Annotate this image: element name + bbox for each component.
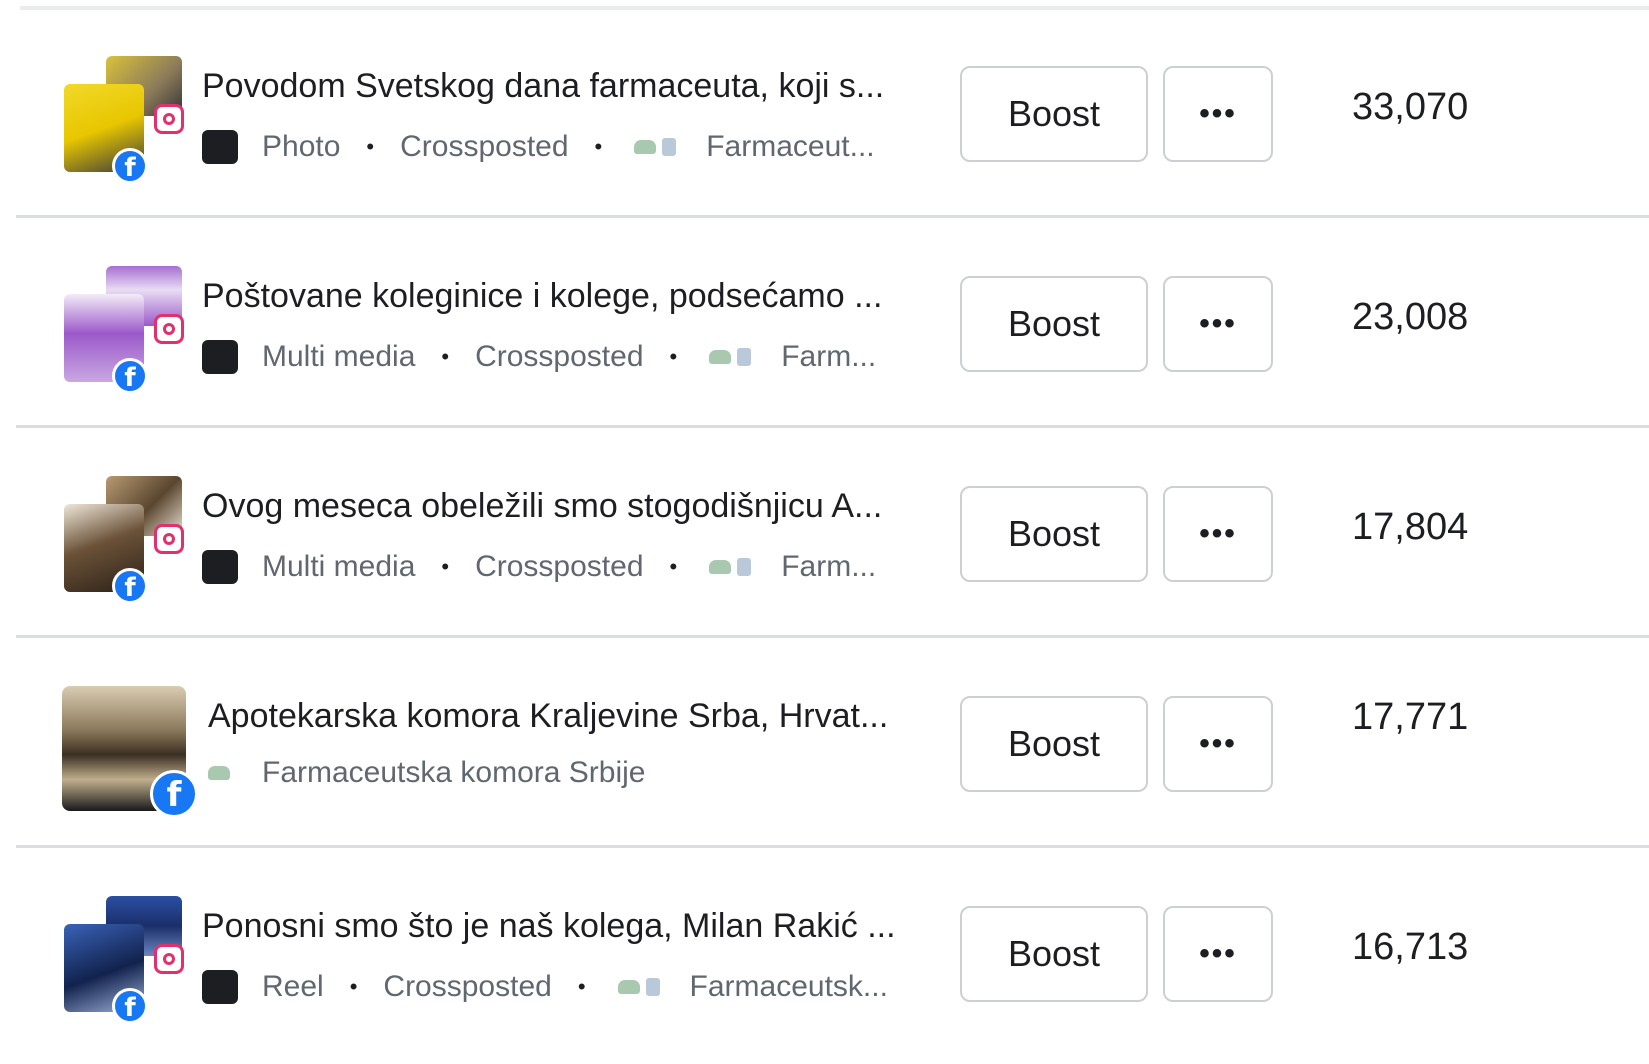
separator: •	[669, 344, 678, 369]
crossposted-label: Crossposted	[475, 550, 644, 583]
facebook-icon: f	[150, 770, 198, 818]
post-metric: 16,713	[1352, 926, 1469, 968]
post-row[interactable]: f Apotekarska komora Kraljevine Srba, Hr…	[16, 638, 1649, 848]
page-name: Farmaceut...	[706, 130, 875, 163]
photo-icon	[202, 130, 238, 164]
separator: •	[577, 974, 586, 999]
crossposted-label: Crossposted	[383, 970, 552, 1003]
post-metric: 33,070	[1352, 86, 1469, 128]
multi-media-icon	[202, 340, 238, 374]
post-row[interactable]: f Poštovane koleginice i kolege, podseća…	[16, 218, 1649, 428]
page-avatar-icon	[703, 344, 759, 370]
more-options-button[interactable]: •••	[1163, 906, 1273, 1002]
post-title[interactable]: Povodom Svetskog dana farmaceuta, koji s…	[202, 64, 944, 108]
post-meta: Reel • Crossposted • Farmaceutsk...	[202, 964, 944, 1010]
more-options-button[interactable]: •••	[1163, 276, 1273, 372]
post-type: Multi media	[262, 550, 416, 583]
post-thumbnail[interactable]: f	[62, 686, 198, 818]
more-options-button[interactable]: •••	[1163, 486, 1273, 582]
crossposted-label: Crossposted	[475, 340, 644, 373]
post-meta: Multi media • Crossposted • Farm...	[202, 334, 944, 380]
boost-button[interactable]: Boost	[960, 276, 1148, 372]
boost-button[interactable]: Boost	[960, 696, 1148, 792]
post-meta: Farmaceutska komora Srbije	[202, 750, 944, 796]
boost-button[interactable]: Boost	[960, 486, 1148, 582]
page-avatar-icon	[202, 760, 240, 786]
post-title[interactable]: Ponosni smo što je naš kolega, Milan Rak…	[202, 904, 944, 948]
post-metric: 17,771	[1352, 696, 1469, 738]
post-metric: 23,008	[1352, 296, 1469, 338]
post-row[interactable]: f Povodom Svetskog dana farmaceuta, koji…	[16, 8, 1649, 218]
post-row[interactable]: f Ovog meseca obeležili smo stogodišnjic…	[16, 428, 1649, 638]
post-type: Photo	[262, 130, 341, 163]
post-meta: Photo • Crossposted • Farmaceut...	[202, 124, 944, 170]
separator: •	[441, 554, 450, 579]
page-name: Farm...	[781, 550, 877, 583]
facebook-icon: f	[112, 358, 148, 394]
post-thumbnail[interactable]: f	[62, 896, 192, 1024]
page-avatar-icon	[628, 134, 684, 160]
post-type: Multi media	[262, 340, 416, 373]
instagram-icon	[154, 944, 184, 974]
separator: •	[366, 134, 375, 159]
post-title[interactable]: Poštovane koleginice i kolege, podsećamo…	[202, 274, 944, 318]
post-thumbnail[interactable]: f	[62, 266, 192, 394]
page-name: Farm...	[781, 340, 877, 373]
post-meta: Multi media • Crossposted • Farm...	[202, 544, 944, 590]
separator: •	[594, 134, 603, 159]
crossposted-label: Crossposted	[400, 130, 569, 163]
boost-button[interactable]: Boost	[960, 66, 1148, 162]
instagram-icon	[154, 314, 184, 344]
page-avatar-icon	[612, 974, 668, 1000]
post-metric: 17,804	[1352, 506, 1469, 548]
post-thumbnail[interactable]: f	[62, 476, 192, 604]
more-options-button[interactable]: •••	[1163, 696, 1273, 792]
reel-icon	[202, 970, 238, 1004]
post-type: Reel	[262, 970, 324, 1003]
instagram-icon	[154, 104, 184, 134]
page-avatar-icon	[703, 554, 759, 580]
post-title[interactable]: Apotekarska komora Kraljevine Srba, Hrva…	[208, 694, 950, 738]
more-options-button[interactable]: •••	[1163, 66, 1273, 162]
post-row[interactable]: f Ponosni smo što je naš kolega, Milan R…	[16, 848, 1649, 1058]
facebook-icon: f	[112, 148, 148, 184]
separator: •	[349, 974, 358, 999]
facebook-icon: f	[112, 568, 148, 604]
page-name: Farmaceutska komora Srbije	[262, 756, 646, 789]
post-thumbnail[interactable]: f	[62, 56, 192, 184]
multi-media-icon	[202, 550, 238, 584]
boost-button[interactable]: Boost	[960, 906, 1148, 1002]
page-name: Farmaceutsk...	[689, 970, 888, 1003]
separator: •	[441, 344, 450, 369]
post-title[interactable]: Ovog meseca obeležili smo stogodišnjicu …	[202, 484, 944, 528]
instagram-icon	[154, 524, 184, 554]
separator: •	[669, 554, 678, 579]
facebook-icon: f	[112, 988, 148, 1024]
